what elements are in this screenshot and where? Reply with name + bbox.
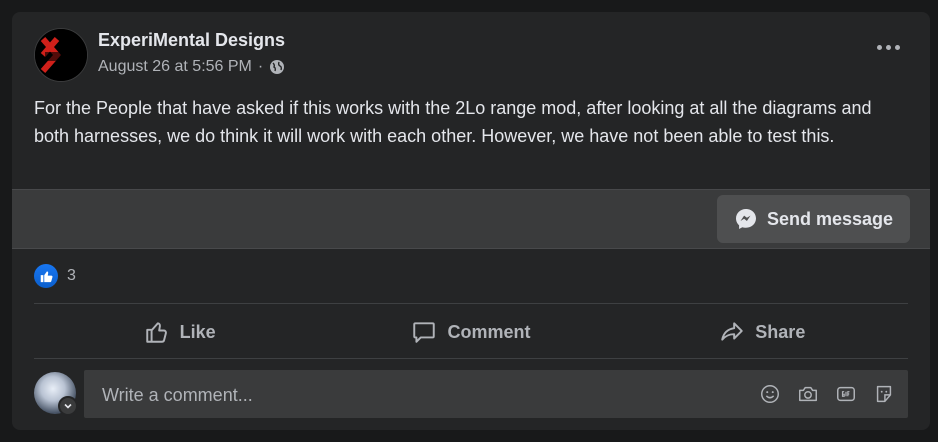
more-dot-icon <box>894 44 900 50</box>
reaction-summary[interactable]: 3 <box>34 264 76 288</box>
page-logo <box>35 29 87 81</box>
reaction-count: 3 <box>67 267 76 284</box>
like-button[interactable]: Like <box>34 304 325 360</box>
action-bar: Like Comment Share <box>34 304 908 360</box>
share-label: Share <box>755 321 806 342</box>
more-dot-icon <box>885 44 891 50</box>
thumbs-up-icon <box>40 271 53 283</box>
post-header: ExperiMental Designs August 26 at 5:56 P… <box>34 28 908 82</box>
comment-label: Comment <box>447 321 531 342</box>
chevron-down-icon[interactable] <box>58 396 78 416</box>
comment-input-box[interactable] <box>84 370 908 420</box>
comment-composer <box>34 370 908 420</box>
like-label: Like <box>179 321 216 342</box>
gif-icon[interactable] <box>834 382 858 406</box>
post-timestamp[interactable]: August 26 at 5:56 PM <box>98 58 252 76</box>
user-avatar[interactable] <box>34 372 78 416</box>
meta-separator: · <box>257 58 264 75</box>
camera-icon[interactable] <box>796 382 820 406</box>
messenger-icon <box>735 209 756 229</box>
post-body: For the People that have asked if this w… <box>34 98 872 146</box>
cta-bar: Send message <box>12 189 930 249</box>
thumbs-up-icon <box>145 322 167 343</box>
post-meta: August 26 at 5:56 PM · <box>98 58 285 76</box>
sticker-icon[interactable] <box>872 382 896 406</box>
page-name[interactable]: ExperiMental Designs <box>98 30 285 51</box>
globe-icon <box>270 60 285 74</box>
divider <box>34 358 908 359</box>
more-dot-icon <box>876 44 882 50</box>
comment-button[interactable]: Comment <box>325 304 616 360</box>
emoji-icon[interactable] <box>758 382 782 406</box>
speech-bubble-icon <box>413 322 436 343</box>
share-arrow-icon <box>721 322 744 341</box>
more-options-button[interactable] <box>868 32 908 62</box>
send-message-button[interactable]: Send message <box>717 195 910 243</box>
comment-input[interactable] <box>100 370 704 420</box>
send-message-label: Send message <box>766 208 894 229</box>
post-card: ExperiMental Designs August 26 at 5:56 P… <box>12 12 930 430</box>
comment-input-icons <box>758 382 896 406</box>
share-button[interactable]: Share <box>617 304 908 360</box>
page-avatar[interactable] <box>34 28 88 82</box>
like-reaction-icon <box>34 264 58 288</box>
